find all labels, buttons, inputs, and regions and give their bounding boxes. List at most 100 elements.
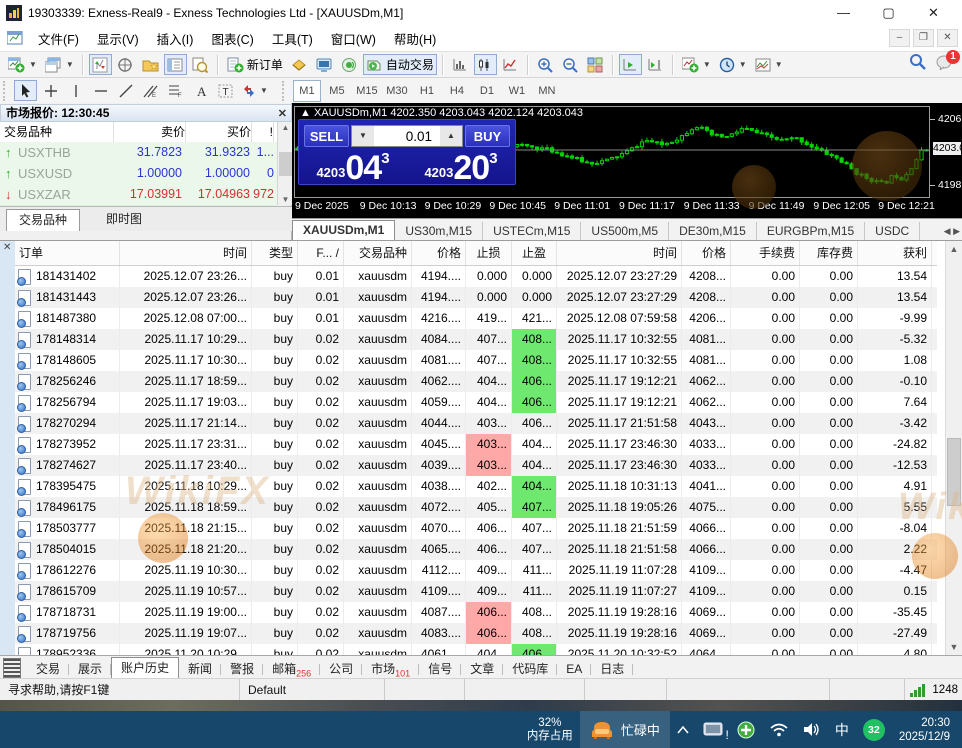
order-row[interactable]: 178273952 2025.11.17 23:31... buy 0.02 xauus… [15,434,937,455]
mw-column-3[interactable]: ! [254,122,274,142]
dropdown-arrow-icon[interactable]: ▼ [703,60,711,69]
menu-item-窗[interactable]: 窗口(W) [322,25,385,52]
scrollbar-thumb[interactable] [279,152,292,176]
chart-tab-US500m[interactable]: US500m,M5 [581,222,670,241]
market-watch-scrollbar[interactable]: ▲ ▼ [277,122,293,205]
auto-scroll-button[interactable] [618,54,642,75]
terminal-tab-警报[interactable]: 警报 [221,660,264,679]
mw-tab-1[interactable]: 即时图 [94,209,154,230]
profiles-button[interactable]: ▼ [42,54,77,75]
sell-price[interactable]: 4203 04 3 [301,148,405,185]
orders-column-8[interactable]: 时间 [557,241,682,265]
navigator-button[interactable] [139,54,162,75]
order-row[interactable]: 178274627 2025.11.17 23:40... buy 0.02 xauus… [15,455,937,476]
hline-tool-button[interactable] [89,80,112,101]
data-window-button[interactable] [114,54,137,75]
orders-column-7[interactable]: 止盈 [512,241,557,265]
dropdown-arrow-icon[interactable]: ▼ [260,86,268,95]
chart-tab-DE30m[interactable]: DE30m,M15 [669,222,757,241]
strategy-tester-button[interactable] [189,54,212,75]
notifications-icon[interactable]: 1 [936,49,960,70]
toolbar-grip[interactable] [281,80,289,101]
terminal-tab-公司[interactable]: 公司 [320,660,363,679]
orders-scrollbar[interactable]: ▲ ▼ [945,241,962,656]
maximize-button[interactable]: ▢ [866,0,911,25]
chart-tab-XAUUSDm[interactable]: XAUUSDm,M1 [292,220,396,241]
order-row[interactable]: 178615709 2025.11.19 10:57... buy 0.02 xauus… [15,581,937,602]
chart-shift-button[interactable] [644,54,667,75]
order-row[interactable]: 178148314 2025.11.17 10:29... buy 0.02 xauus… [15,329,937,350]
vline-tool-button[interactable] [64,80,87,101]
status-profile[interactable]: Default [240,679,385,701]
terminal-close-icon[interactable]: ✕ [3,242,11,253]
label-t-tool-button[interactable]: T [214,80,237,101]
scroll-down-icon[interactable]: ▼ [279,195,292,204]
trendline-tool-button[interactable] [114,80,137,101]
timeframe-D1[interactable]: D1 [473,80,501,102]
memory-usage-indicator[interactable]: 32% 内存占用 [520,711,580,748]
mdi-close-button[interactable]: ✕ [937,29,958,47]
order-row[interactable]: 178395475 2025.11.18 10:29... buy 0.02 xauus… [15,476,937,497]
terminal-tab-信号[interactable]: 信号 [419,660,462,679]
order-row[interactable]: 178952336 2025.11.20 10:29... buy 0.02 xauus… [15,644,937,655]
terminal-tab-代码库[interactable]: 代码库 [503,660,558,679]
orders-column-9[interactable]: 价格 [682,241,731,265]
orders-column-4[interactable]: 交易品种 [344,241,412,265]
order-row[interactable]: 181431402 2025.12.07 23:26... buy 0.01 xauus… [15,266,937,287]
taskbar-app-button[interactable]: 忙碌中 [579,711,670,748]
terminal-tab-文章[interactable]: 文章 [461,660,504,679]
orders-column-11[interactable]: 库存费 [800,241,858,265]
zoom-out-button[interactable] [559,54,582,75]
market-watch-button[interactable] [88,54,112,75]
order-row[interactable]: 178256794 2025.11.17 19:03... buy 0.02 xauus… [15,392,937,413]
menu-item-插[interactable]: 插入(I) [148,25,203,52]
history-center-button[interactable] [288,54,311,75]
order-row[interactable]: 178503777 2025.11.18 21:15... buy 0.02 xauus… [15,518,937,539]
timeframe-MN[interactable]: MN [533,80,561,102]
chart-tab-USDC[interactable]: USDC [865,222,921,241]
order-row[interactable]: 178718731 2025.11.19 19:00... buy 0.02 xauus… [15,602,937,623]
new-chart-button[interactable]: ▼ [5,54,40,75]
timeframe-M15[interactable]: M15 [353,80,381,102]
terminal-tab-市场[interactable]: 市场101 [362,660,420,679]
tray-display-icon[interactable]: ! [696,711,730,748]
order-row[interactable]: 178270294 2025.11.17 21:14... buy 0.02 xauus… [15,413,937,434]
terminal-button[interactable] [163,54,187,75]
bar-chart-button[interactable] [449,54,472,75]
ime-indicator[interactable]: 中 [828,711,856,748]
dropdown-arrow-icon[interactable]: ▼ [66,60,74,69]
order-row[interactable]: 181431443 2025.12.07 23:26... buy 0.01 xauus… [15,287,937,308]
channel-tool-button[interactable]: E [139,80,162,101]
menu-item-显[interactable]: 显示(V) [88,25,148,52]
order-row[interactable]: 178148605 2025.11.17 10:30... buy 0.02 xauus… [15,350,937,371]
arrows-tool-button[interactable]: ▼ [239,80,271,101]
tile-windows-button[interactable] [584,54,607,75]
mdi-restore-button[interactable]: ❐ [913,29,934,47]
search-icon[interactable] [909,53,926,70]
timeframe-H4[interactable]: H4 [443,80,471,102]
chart-tabs-nav-icons[interactable]: ◀ ▶ [944,226,960,237]
orders-column-6[interactable]: 止损 [466,241,512,265]
scroll-up-icon[interactable]: ▲ [947,242,961,257]
orders-column-10[interactable]: 手续费 [731,241,800,265]
menu-item-帮[interactable]: 帮助(H) [385,25,445,52]
volume-value[interactable]: 0.01 [374,129,440,144]
orders-column-2[interactable]: 类型 [252,241,298,265]
market-watch-row[interactable]: ↓ USXZAR 17.03991 17.04963 972 [0,184,277,206]
orders-column-12[interactable]: 获利 [858,241,932,265]
scroll-down-icon[interactable]: ▼ [947,640,961,655]
orders-column-1[interactable]: 时间 [120,241,252,265]
dropdown-arrow-icon[interactable]: ▼ [775,60,783,69]
dropdown-arrow-icon[interactable]: ▼ [739,60,747,69]
terminal-tab-日志[interactable]: 日志 [591,660,634,679]
tray-expand-icon[interactable] [670,711,696,748]
terminal-tab-账户历史[interactable]: 账户历史 [111,657,180,679]
wifi-icon[interactable] [762,711,796,748]
chart-tab-USTECm[interactable]: USTECm,M15 [483,222,582,241]
volume-decrease-icon[interactable]: ▼ [352,126,374,146]
mw-column-1[interactable]: 卖价 [114,122,186,142]
sell-button[interactable]: SELL [304,125,349,147]
metaeditor-button[interactable] [313,54,336,75]
buy-button[interactable]: BUY [465,125,510,147]
terminal-tab-展示[interactable]: 展示 [69,660,112,679]
